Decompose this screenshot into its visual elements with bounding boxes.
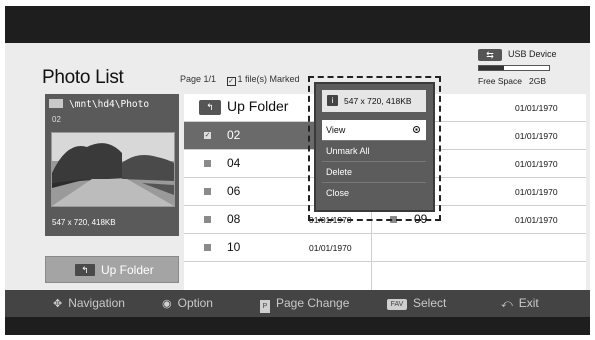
tv-screen: Photo List Page 1/1 ✓ 1 file(s) Marked ⇆ … (5, 6, 590, 335)
menu-item-unmark-all[interactable]: Unmark All (322, 141, 426, 162)
file-name: 10 (227, 240, 241, 254)
page-info: Page 1/1 ✓ 1 file(s) Marked (180, 74, 300, 86)
file-date: 01/01/1970 (515, 187, 558, 197)
menu-item-label: Unmark All (326, 146, 370, 156)
storage-usage-bar (478, 65, 550, 71)
free-space-value: 2GB (529, 76, 547, 86)
folder-up-icon: ↰ (199, 100, 221, 115)
checkbox-icon[interactable] (204, 216, 211, 223)
usb-icon: ⇆ (478, 49, 502, 61)
help-navigation: ✥ Navigation (53, 296, 125, 310)
file-date: 01/01/1970 (515, 131, 558, 141)
menu-item-label: Delete (326, 167, 353, 177)
file-name: 02 (227, 128, 241, 142)
up-folder-button-label: Up Folder (101, 263, 154, 277)
menu-item-delete[interactable]: Delete (322, 162, 426, 183)
checkbox-icon[interactable] (204, 188, 211, 195)
preview-panel: \mnt\hd4\Photo 02 547 x 720, 418KB (45, 94, 179, 236)
usb-device-info: ⇆ USB Device Free Space 2GB (478, 47, 578, 87)
popup-menu: View Unmark All Delete Close (322, 120, 426, 203)
marked-count: 1 file(s) Marked (237, 74, 300, 84)
up-folder-button[interactable]: ↰ Up Folder (45, 256, 179, 283)
checkbox-icon: ✓ (226, 77, 236, 86)
help-page-change-label: Page Change (276, 296, 350, 310)
folder-up-icon: ↰ (75, 264, 95, 276)
photo-thumbnail (51, 132, 175, 207)
ok-button-icon: ◉ (162, 298, 172, 310)
help-select-label: Select (413, 296, 447, 310)
usb-device-label: USB Device (508, 49, 557, 59)
help-exit: ⤺ Exit (501, 296, 539, 311)
marked-checkbox-icon[interactable]: ✓ (204, 132, 211, 139)
help-page-change: P Page Change (260, 296, 349, 313)
file-name: 04 (227, 156, 241, 170)
checkbox-icon[interactable] (204, 160, 211, 167)
fav-button-icon: FAV (387, 299, 407, 310)
help-exit-label: Exit (518, 296, 539, 310)
help-select: FAV Select (387, 296, 446, 310)
folder-path-text: \mnt\hd4\Photo (69, 99, 150, 110)
photo-list-panel: Photo List Page 1/1 ✓ 1 file(s) Marked ⇆ … (5, 43, 590, 317)
checkbox-icon[interactable] (204, 244, 211, 251)
file-date: 01/01/1970 (309, 243, 352, 253)
folder-icon (49, 99, 63, 108)
free-space: Free Space 2GB (478, 76, 546, 86)
bottom-help-bar: ✥ Navigation ◉ Option P Page Change FAV Sele… (5, 290, 590, 317)
preview-resolution: 547 x 720, 418KB (52, 218, 116, 227)
free-space-label: Free Space (478, 76, 522, 86)
up-folder-label: Up Folder (227, 98, 289, 114)
preview-number: 02 (52, 115, 61, 124)
file-name: 06 (227, 184, 241, 198)
help-navigation-label: Navigation (68, 296, 125, 310)
folder-path: \mnt\hd4\Photo (49, 99, 149, 110)
help-option: ◉ Option (162, 296, 213, 310)
file-date: 01/01/1970 (515, 103, 558, 113)
navigation-arrows-icon: ✥ (53, 298, 63, 310)
popup-info: 547 x 720, 418KB (344, 96, 412, 106)
file-date: 01/01/1970 (515, 215, 558, 225)
storage-usage-fill (479, 66, 504, 70)
page-title: Photo List (42, 67, 124, 88)
file-name: 08 (227, 212, 241, 226)
option-popup: i 547 x 720, 418KB View Unmark All Delet… (314, 82, 435, 212)
file-item-10[interactable]: 10 01/01/1970 (184, 234, 371, 261)
popup-header: i 547 x 720, 418KB (322, 90, 426, 112)
file-row: 10 01/01/1970 (184, 234, 586, 262)
menu-item-label: View (326, 125, 346, 135)
file-date: 01/01/1970 (515, 159, 558, 169)
page-button-icon: P (260, 300, 270, 313)
menu-item-view[interactable]: View (322, 120, 426, 141)
page-indicator: Page 1/1 (180, 74, 217, 84)
info-icon: i (327, 95, 338, 106)
exit-icon: ⤺ (501, 298, 513, 310)
menu-item-close[interactable]: Close (322, 183, 426, 203)
menu-item-label: Close (326, 188, 350, 198)
help-option-label: Option (177, 296, 213, 310)
radio-selected-icon (413, 126, 420, 133)
